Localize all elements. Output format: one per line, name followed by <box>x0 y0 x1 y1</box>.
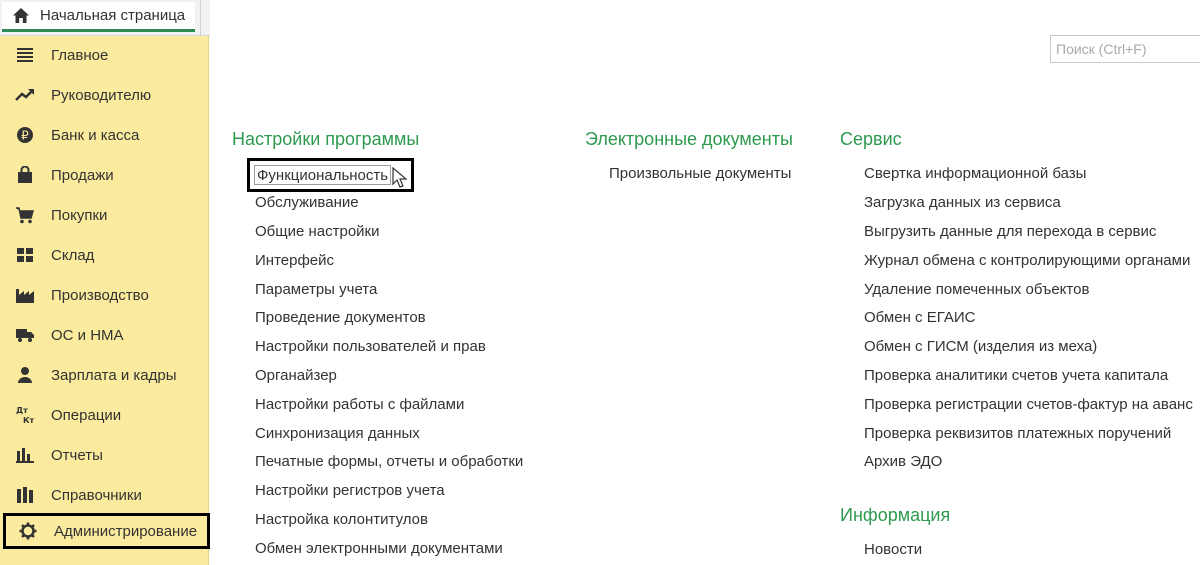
highlight-box: Функциональность <box>247 158 414 192</box>
link-functionality[interactable]: Функциональность <box>254 165 392 185</box>
section-title-settings: Настройки программы <box>232 129 420 149</box>
tab-home-label: Начальная страница <box>40 7 186 24</box>
sidebar-item-reports[interactable]: Отчеты <box>0 437 208 473</box>
section-title-edocs: Электронные документы <box>585 129 793 149</box>
section-title-info: Информация <box>840 505 951 525</box>
sidebar-item-label: Производство <box>51 286 149 304</box>
sidebar-item-label: Склад <box>51 246 95 264</box>
link-load-from-service[interactable]: Загрузка данных из сервиса <box>864 193 1061 213</box>
tab-bar: Начальная страница <box>0 0 210 36</box>
sidebar-item-label: ОС и НМА <box>51 326 124 344</box>
menu-lines-icon <box>15 45 35 65</box>
sidebar-item-label: Руководителю <box>51 86 152 104</box>
sidebar-item-warehouse[interactable]: Склад <box>0 237 208 273</box>
tab-separator <box>200 0 201 35</box>
link-headers-footers[interactable]: Настройка колонтитулов <box>255 510 428 530</box>
link-invoice-check[interactable]: Проверка регистрации счетов-фактур на ав… <box>864 395 1193 415</box>
link-payment-check[interactable]: Проверка реквизитов платежных поручений <box>864 424 1171 444</box>
link-edo-archive[interactable]: Архив ЭДО <box>864 452 942 472</box>
sidebar-item-main[interactable]: Главное <box>0 37 208 73</box>
link-delete-marked[interactable]: Удаление помеченных объектов <box>864 280 1089 300</box>
books-icon <box>15 485 35 505</box>
sidebar-item-label: Покупки <box>51 206 108 224</box>
search-input[interactable]: Поиск (Ctrl+F) <box>1050 35 1200 63</box>
sidebar-item-label: Банк и касса <box>51 126 140 144</box>
person-icon <box>15 365 35 385</box>
icon-text-credit: Кт <box>23 416 35 425</box>
sidebar-item-label: Администрирование <box>54 522 198 540</box>
cart-icon <box>15 205 35 225</box>
debit-credit-icon: Дт Кт <box>15 405 35 425</box>
svg-text:₽: ₽ <box>21 129 29 143</box>
bar-chart-icon <box>15 445 35 465</box>
sidebar-item-sales[interactable]: Продажи <box>0 157 208 193</box>
factory-icon <box>15 285 35 305</box>
link-egais[interactable]: Обмен с ЕГАИС <box>864 308 975 328</box>
sidebar-item-label: Операции <box>51 406 122 424</box>
link-db-collapse[interactable]: Свертка информационной базы <box>864 164 1086 184</box>
sidebar-item-administration[interactable]: Администрирование <box>3 513 210 549</box>
sidebar-item-purchases[interactable]: Покупки <box>0 197 208 233</box>
trend-up-icon <box>15 85 35 105</box>
link-maintenance[interactable]: Обслуживание <box>255 193 359 213</box>
sidebar-item-label: Главное <box>51 46 109 64</box>
link-news[interactable]: Новости <box>864 540 922 560</box>
link-interface[interactable]: Интерфейс <box>255 251 334 271</box>
link-document-posting[interactable]: Проведение документов <box>255 308 426 328</box>
gear-icon <box>18 521 38 541</box>
sidebar-item-bank[interactable]: ₽ Банк и касса <box>0 117 208 153</box>
sidebar-item-label: Отчеты <box>51 446 103 464</box>
link-general-settings[interactable]: Общие настройки <box>255 222 380 242</box>
shopping-bag-icon <box>15 165 35 185</box>
sidebar-item-production[interactable]: Производство <box>0 277 208 313</box>
sidebar-item-manager[interactable]: Руководителю <box>0 77 208 113</box>
sidebar-item-directories[interactable]: Справочники <box>0 477 208 513</box>
tab-home[interactable]: Начальная страница <box>2 2 195 32</box>
link-exchange-log[interactable]: Журнал обмена с контролирующими органами <box>864 251 1190 271</box>
link-register-settings[interactable]: Настройки регистров учета <box>255 481 445 501</box>
sidebar-item-label: Справочники <box>51 486 142 504</box>
ruble-coin-icon: ₽ <box>15 125 35 145</box>
link-arbitrary-docs[interactable]: Произвольные документы <box>609 164 791 184</box>
truck-icon <box>15 325 35 345</box>
sidebar-item-fixed-assets[interactable]: ОС и НМА <box>0 317 208 353</box>
section-title-service: Сервис <box>840 129 902 149</box>
icon-text-debit: Дт <box>16 406 28 415</box>
mouse-cursor-icon <box>392 167 408 188</box>
warehouse-grid-icon <box>15 245 35 265</box>
link-print-forms[interactable]: Печатные формы, отчеты и обработки <box>255 452 523 472</box>
sidebar: Главное Руководителю ₽ Банк и касса Прод… <box>0 36 210 565</box>
link-accounting-params[interactable]: Параметры учета <box>255 280 377 300</box>
link-export-to-service[interactable]: Выгрузить данные для перехода в сервис <box>864 222 1156 242</box>
sidebar-item-label: Зарплата и кадры <box>51 366 177 384</box>
link-capital-check[interactable]: Проверка аналитики счетов учета капитала <box>864 366 1168 386</box>
main-content: Поиск (Ctrl+F) Настройки программы Функц… <box>211 0 1200 565</box>
link-data-sync[interactable]: Синхронизация данных <box>255 424 420 444</box>
link-users-rights[interactable]: Настройки пользователей и прав <box>255 337 486 357</box>
home-icon <box>13 7 29 23</box>
sidebar-item-label: Продажи <box>51 166 114 184</box>
link-organizer[interactable]: Органайзер <box>255 366 337 386</box>
link-edoc-exchange[interactable]: Обмен электронными документами <box>255 539 503 559</box>
link-gism[interactable]: Обмен с ГИСМ (изделия из меха) <box>864 337 1097 357</box>
sidebar-item-operations[interactable]: Дт Кт Операции <box>0 397 208 433</box>
sidebar-item-salary[interactable]: Зарплата и кадры <box>0 357 208 393</box>
link-file-settings[interactable]: Настройки работы с файлами <box>255 395 464 415</box>
